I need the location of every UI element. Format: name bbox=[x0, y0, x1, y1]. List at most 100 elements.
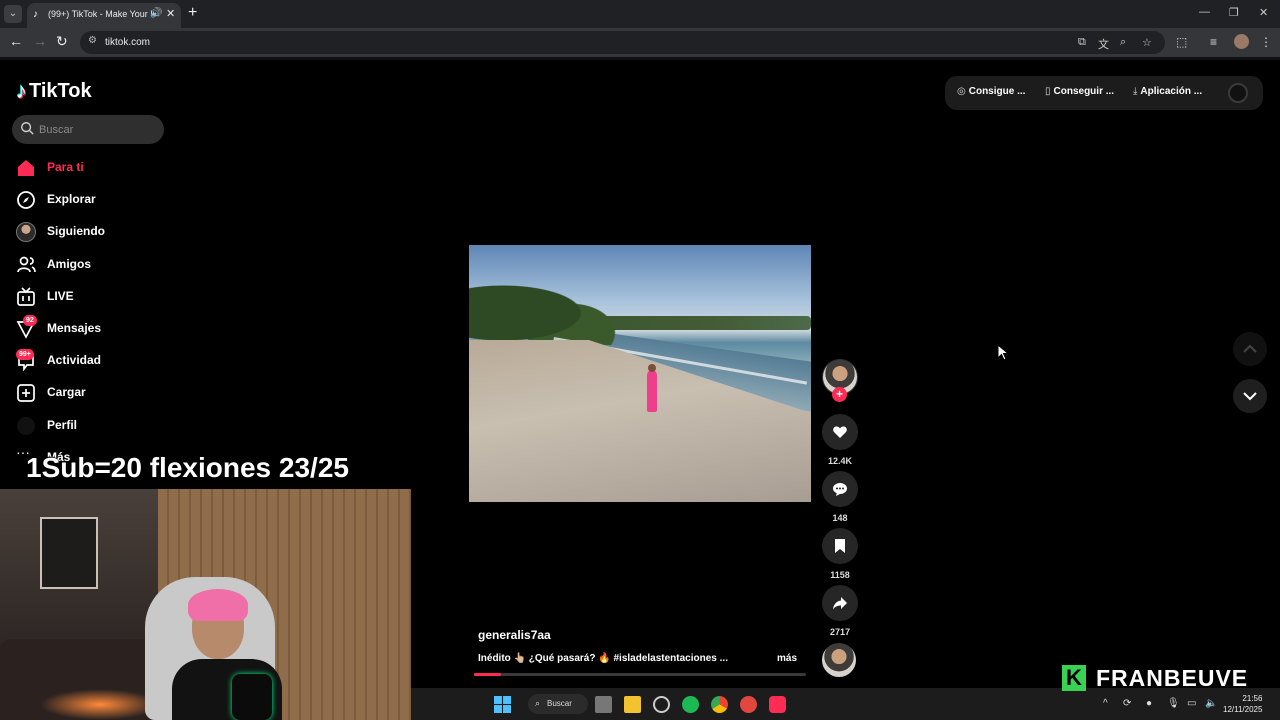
streamer-brand-watermark: K FRANBEUVE bbox=[1062, 664, 1248, 692]
tab-search-button[interactable]: ⌄ bbox=[4, 5, 22, 23]
get-coins-label: Consigue ... bbox=[968, 86, 1026, 97]
video-person bbox=[647, 370, 657, 412]
install-icon[interactable]: ⧉ bbox=[1078, 36, 1086, 49]
search-input[interactable] bbox=[39, 121, 157, 138]
search-box[interactable] bbox=[12, 115, 164, 144]
video-author[interactable]: generalis7aa bbox=[478, 628, 551, 642]
kick-logo-icon: K bbox=[1062, 665, 1086, 691]
toolbar-divider bbox=[0, 57, 1280, 60]
site-info-icon[interactable]: ⚙ bbox=[88, 35, 97, 46]
nav-label: Explorar bbox=[47, 192, 96, 206]
search-icon bbox=[21, 122, 34, 135]
save-button[interactable] bbox=[822, 528, 858, 564]
app-red-icon[interactable] bbox=[740, 696, 757, 713]
restore-icon[interactable]: ❐ bbox=[1229, 6, 1239, 19]
browser-tabbar: ⌄ ♪ (99+) TikTok - Make Your Day 🔊 ✕ + —… bbox=[0, 0, 1280, 28]
nav-label: Para ti bbox=[47, 160, 84, 174]
top-action-bar: ◎ Consigue ... ▯ Conseguir ... ⤓ Aplicación… bbox=[945, 76, 1263, 110]
tiktok-note-icon: ♪ bbox=[16, 78, 27, 103]
comment-button[interactable] bbox=[822, 471, 858, 507]
windows-taskbar: ⌕ Buscar ^ ⟳ ● 🎙 ▭ 🔈 21:56 12/11/2025 bbox=[411, 688, 1280, 720]
chevron-down-icon bbox=[1243, 392, 1257, 401]
like-button[interactable] bbox=[822, 414, 858, 450]
nav-item-perfil[interactable]: Perfil bbox=[16, 414, 166, 438]
video-person-head bbox=[648, 364, 656, 372]
video-progress-bar[interactable] bbox=[474, 673, 806, 676]
zoom-icon[interactable]: ⌕ bbox=[1120, 36, 1126, 49]
nav-label: Actividad bbox=[47, 353, 102, 367]
follow-button[interactable]: + bbox=[832, 387, 847, 402]
previous-video-button[interactable] bbox=[1233, 332, 1267, 366]
comment-action: 148 bbox=[822, 471, 858, 523]
taskbar-search-label: Buscar bbox=[547, 699, 572, 708]
mouse-cursor-icon bbox=[997, 344, 1010, 361]
speaker-icon[interactable]: 🔊 bbox=[150, 8, 162, 19]
extensions-icon[interactable]: ⬚ bbox=[1176, 35, 1187, 49]
nav-label: Cargar bbox=[47, 385, 86, 399]
menu-kebab-icon[interactable]: ⋮ bbox=[1260, 35, 1272, 49]
tiktok-taskbar-icon[interactable] bbox=[769, 696, 786, 713]
tray-app-icon[interactable]: ● bbox=[1146, 698, 1152, 709]
nav-label: Perfil bbox=[47, 418, 78, 432]
taskbar-search-icon: ⌕ bbox=[535, 698, 541, 708]
translate-icon[interactable]: 文 bbox=[1098, 36, 1109, 52]
nav-item-actividad[interactable]: 99+ Actividad bbox=[16, 349, 166, 373]
back-icon[interactable]: ← bbox=[9, 33, 23, 49]
file-explorer-icon[interactable] bbox=[624, 696, 641, 713]
spotify-icon[interactable] bbox=[682, 696, 699, 713]
tiktok-favicon-icon: ♪ bbox=[33, 9, 38, 20]
media-control-icon[interactable]: ≡ bbox=[1210, 35, 1217, 49]
steam-icon[interactable] bbox=[653, 696, 670, 713]
bookmark-star-icon[interactable]: ☆ bbox=[1142, 36, 1152, 49]
windows-start-icon[interactable] bbox=[494, 696, 511, 713]
home-icon bbox=[18, 160, 34, 176]
video-caption: Inédito 👆🏼 ¿Qué pasará? 🔥 #isladelastent… bbox=[478, 653, 728, 664]
next-video-button[interactable] bbox=[1233, 379, 1267, 413]
activity-badge: 99+ bbox=[16, 349, 34, 360]
nav-item-amigos[interactable]: Amigos bbox=[16, 253, 166, 277]
webcam-pink-beanie bbox=[188, 589, 248, 621]
nav-item-mensajes[interactable]: 92 Mensajes bbox=[16, 315, 166, 341]
reload-icon[interactable]: ↻ bbox=[56, 33, 68, 50]
desktop-app-button[interactable]: ⤓ Aplicación ... bbox=[1133, 86, 1202, 97]
live-icon bbox=[17, 287, 35, 306]
save-count: 1158 bbox=[830, 570, 850, 580]
like-action: 12.4K bbox=[822, 414, 858, 466]
network-icon[interactable]: ▭ bbox=[1187, 698, 1196, 709]
nav-item-live[interactable]: LIVE bbox=[16, 285, 166, 309]
taskbar-search[interactable]: ⌕ Buscar bbox=[528, 694, 588, 714]
tray-sync-icon[interactable]: ⟳ bbox=[1123, 698, 1131, 709]
caption-more-link[interactable]: más bbox=[777, 653, 797, 664]
tray-expand-icon[interactable]: ^ bbox=[1103, 698, 1108, 709]
nav-item-cargar[interactable]: Cargar bbox=[16, 381, 166, 405]
nav-item-siguiendo[interactable]: Siguiendo bbox=[16, 220, 166, 244]
browser-tab-tiktok[interactable]: ♪ (99+) TikTok - Make Your Day 🔊 ✕ bbox=[27, 3, 181, 28]
close-window-icon[interactable]: ✕ bbox=[1259, 6, 1268, 19]
new-tab-button[interactable]: + bbox=[188, 4, 197, 22]
task-view-icon[interactable] bbox=[595, 696, 612, 713]
minimize-icon[interactable]: — bbox=[1199, 6, 1210, 18]
tiktok-logo[interactable]: ♪ TikTok bbox=[16, 78, 92, 104]
profile-avatar[interactable] bbox=[1234, 34, 1249, 49]
next-creator-avatar[interactable] bbox=[822, 643, 856, 677]
nav-item-explorar[interactable]: Explorar bbox=[16, 188, 166, 212]
get-app-button[interactable]: ▯ Conseguir ... bbox=[1045, 86, 1114, 97]
comment-icon bbox=[833, 483, 847, 496]
nav-item-para-ti[interactable]: Para ti bbox=[16, 156, 166, 180]
system-clock[interactable]: 21:56 12/11/2025 bbox=[1223, 693, 1262, 715]
microphone-icon[interactable]: 🎙 bbox=[1167, 698, 1180, 709]
url-text[interactable]: tiktok.com bbox=[105, 37, 150, 48]
close-tab-icon[interactable]: ✕ bbox=[166, 7, 175, 20]
get-app-label: Conseguir ... bbox=[1053, 86, 1115, 97]
user-avatar[interactable] bbox=[1228, 83, 1248, 103]
share-button[interactable] bbox=[822, 585, 858, 621]
chrome-icon[interactable] bbox=[711, 696, 728, 713]
get-coins-button[interactable]: ◎ Consigue ... bbox=[957, 86, 1025, 97]
volume-icon[interactable]: 🔈 bbox=[1205, 698, 1217, 709]
video-player[interactable] bbox=[469, 245, 811, 502]
profile-icon bbox=[17, 417, 35, 435]
address-bar[interactable]: ⚙ tiktok.com ⧉ 文 ⌕ ☆ bbox=[80, 31, 1165, 54]
chevron-up-icon bbox=[1243, 344, 1257, 353]
forward-icon[interactable]: → bbox=[33, 33, 47, 49]
webcam-led-light bbox=[40, 689, 160, 720]
